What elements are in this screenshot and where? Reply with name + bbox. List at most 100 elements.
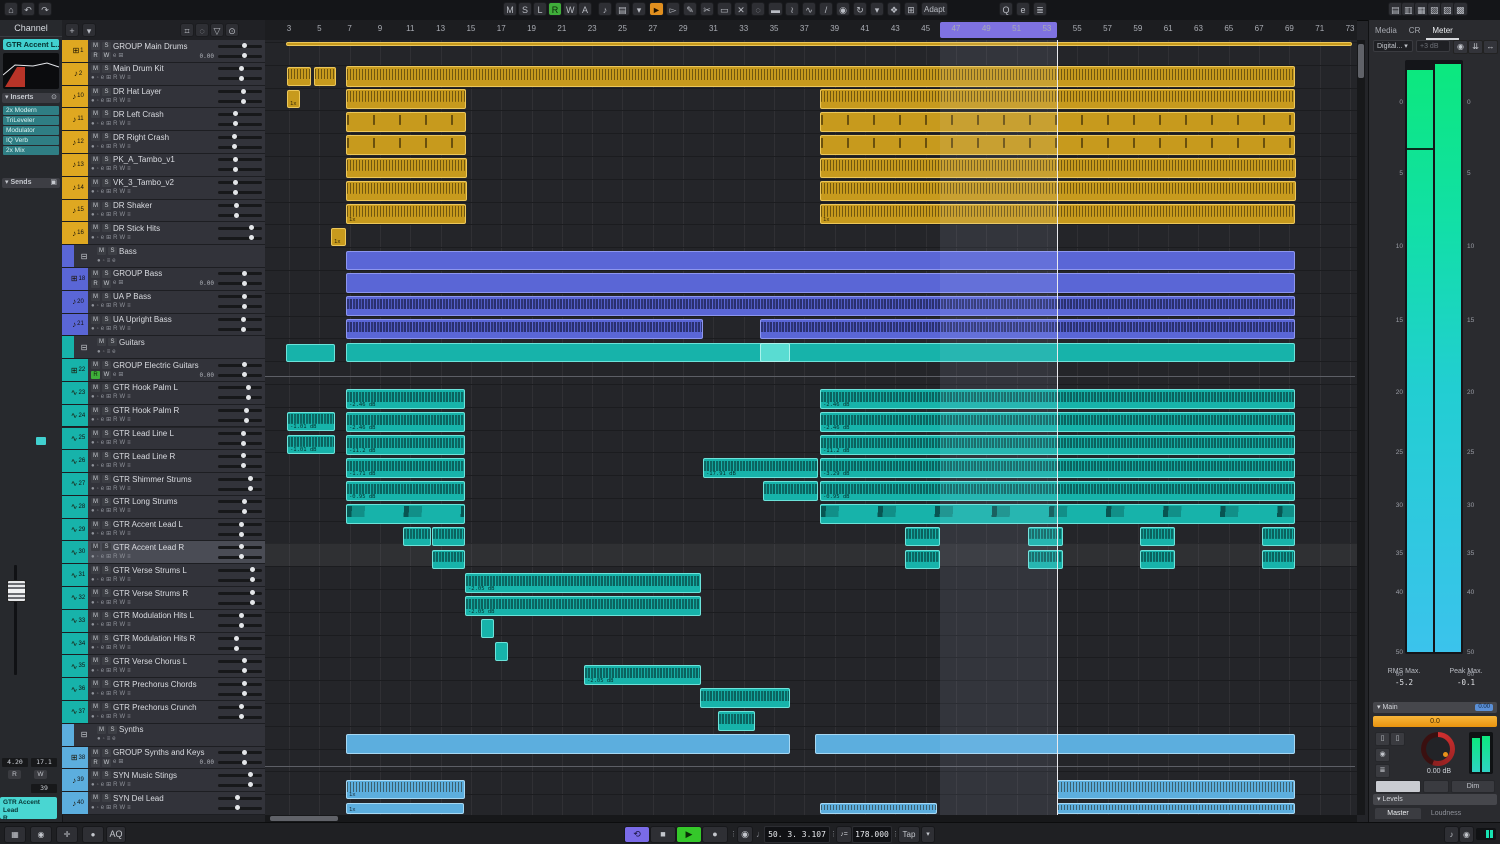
track-control-icon[interactable]: ● bbox=[91, 165, 95, 174]
inst-track-icon[interactable]: ♪14 bbox=[68, 177, 88, 199]
track-control-icon[interactable]: R bbox=[113, 485, 117, 494]
mute-button[interactable]: M bbox=[91, 110, 100, 118]
track-row[interactable]: ∿27MSGTR Shimmer Strums●◦e⊞RW≡ bbox=[62, 473, 265, 496]
track-control-icon[interactable]: ⊞ bbox=[106, 211, 111, 220]
secondary-slider[interactable] bbox=[218, 237, 262, 240]
inserts-state-icon[interactable]: ⊞ bbox=[118, 279, 123, 288]
record-mode-menu[interactable]: ● bbox=[82, 826, 104, 843]
tempo-display[interactable]: 178.000 bbox=[852, 826, 892, 843]
track-control-icon[interactable]: R bbox=[113, 553, 117, 562]
secondary-slider[interactable] bbox=[218, 670, 262, 673]
track-control-icon[interactable]: ≡ bbox=[127, 667, 131, 676]
solo-button[interactable]: S bbox=[102, 657, 111, 665]
control-room-main-header[interactable]: ▾ Main 0.00 bbox=[1373, 702, 1497, 713]
track-row[interactable]: ♪39MSSYN Music Stings●◦e⊞RW≡ bbox=[62, 769, 265, 792]
audio-event[interactable] bbox=[403, 527, 431, 546]
audio-event[interactable] bbox=[346, 66, 1295, 87]
track-control-icon[interactable]: e bbox=[101, 667, 104, 676]
track-control-icon[interactable]: ● bbox=[97, 735, 101, 744]
snap-button[interactable]: ❖ bbox=[887, 2, 901, 16]
track-control-icon[interactable]: ● bbox=[91, 393, 95, 402]
track-control-icon[interactable]: ≡ bbox=[127, 781, 131, 790]
track-control-icon[interactable]: ⊞ bbox=[106, 439, 111, 448]
track-control-icon[interactable]: ⊞ bbox=[106, 507, 111, 516]
track-control-icon[interactable]: R bbox=[113, 462, 117, 471]
mute-button[interactable]: M bbox=[91, 771, 100, 779]
audio-track-icon[interactable]: ∿26 bbox=[68, 450, 88, 472]
track-row[interactable]: ♪2MSMain Drum Kit●◦e⊞RW≡ bbox=[62, 63, 265, 86]
track-name[interactable]: SYN Del Lead bbox=[113, 794, 214, 803]
mute-button[interactable]: M bbox=[91, 566, 100, 574]
solo-button[interactable]: S bbox=[102, 202, 111, 210]
track-control-icon[interactable]: ≡ bbox=[127, 302, 131, 311]
track-name[interactable]: Bass bbox=[119, 247, 262, 256]
write-automation-button[interactable]: W bbox=[34, 770, 47, 779]
secondary-slider[interactable] bbox=[218, 77, 262, 80]
secondary-slider[interactable] bbox=[218, 396, 262, 399]
solo-button[interactable]: S bbox=[102, 65, 111, 73]
auto-quantize-button[interactable]: AQ bbox=[106, 826, 126, 843]
right-zone-tab-media[interactable]: Media bbox=[1369, 23, 1403, 38]
track-row[interactable]: ♪16MSDR Stick Hits●◦e⊞RW≡ bbox=[62, 222, 265, 245]
track-name[interactable]: GROUP Bass bbox=[113, 269, 214, 278]
track-control-icon[interactable]: ◦ bbox=[97, 530, 99, 539]
inst-track-icon[interactable]: ♪16 bbox=[68, 222, 88, 244]
audio-track-icon[interactable]: ∿31 bbox=[68, 564, 88, 586]
solo-button[interactable]: S bbox=[102, 179, 111, 187]
audio-event[interactable] bbox=[763, 481, 818, 501]
track-row[interactable]: ∿23MSGTR Hook Palm L●◦e⊞RW≡ bbox=[62, 382, 265, 405]
track-control-icon[interactable]: e bbox=[101, 325, 104, 334]
mute-button[interactable]: M bbox=[91, 133, 100, 141]
track-control-icon[interactable]: ◦ bbox=[97, 188, 99, 197]
track-row[interactable]: ⊟MSGuitars●◦≡e bbox=[62, 336, 265, 359]
volume-slider[interactable] bbox=[218, 660, 262, 663]
playhead[interactable] bbox=[1057, 40, 1058, 815]
track-control-icon[interactable]: W bbox=[119, 804, 125, 813]
track-control-icon[interactable]: W bbox=[119, 690, 125, 699]
write-button[interactable]: W bbox=[102, 52, 111, 60]
mute-button[interactable]: M bbox=[91, 293, 100, 301]
mute-button[interactable]: M bbox=[91, 316, 100, 324]
volume-slider[interactable] bbox=[218, 227, 262, 230]
horizontal-scrollbar-thumb[interactable] bbox=[270, 816, 338, 821]
color-menu-dropdown[interactable]: ▾ bbox=[870, 2, 884, 16]
track-row[interactable]: ♪15MSDR Shaker●◦e⊞RW≡ bbox=[62, 200, 265, 223]
solo-button[interactable]: S bbox=[102, 384, 111, 392]
track-row[interactable]: ⊞22MSGROUP Electric GuitarsRWe⊞0.00 bbox=[62, 359, 265, 382]
audio-track-icon[interactable]: ∿30 bbox=[68, 541, 88, 563]
solo-button[interactable]: S bbox=[102, 589, 111, 597]
mute-button[interactable]: M bbox=[91, 224, 100, 232]
track-row[interactable]: ∿25MSGTR Lead Line L●◦e⊞RW≡ bbox=[62, 428, 265, 451]
track-name[interactable]: DR Right Crash bbox=[113, 133, 214, 142]
track-control-icon[interactable]: ≡ bbox=[107, 348, 111, 357]
track-control-icon[interactable]: R bbox=[113, 599, 117, 608]
solo-button[interactable]: S bbox=[102, 771, 111, 779]
mute-button[interactable]: M bbox=[97, 247, 106, 255]
read-button[interactable]: R bbox=[91, 52, 100, 60]
track-control-icon[interactable]: ◦ bbox=[97, 576, 99, 585]
dim-button[interactable]: Dim bbox=[1451, 780, 1495, 793]
audio-track-icon[interactable]: ∿27 bbox=[68, 473, 88, 495]
inserts-state-icon[interactable]: ⊞ bbox=[118, 52, 123, 61]
track-control-icon[interactable]: R bbox=[113, 188, 117, 197]
track-control-icon[interactable]: ◦ bbox=[97, 690, 99, 699]
track-control-icon[interactable]: R bbox=[113, 576, 117, 585]
track-control-icon[interactable]: e bbox=[101, 120, 104, 129]
audio-event[interactable] bbox=[700, 688, 790, 708]
track-control-icon[interactable]: ⊞ bbox=[106, 165, 111, 174]
track-name[interactable]: UA P Bass bbox=[113, 292, 214, 301]
secondary-slider[interactable] bbox=[218, 374, 262, 377]
setup-window-layout-button[interactable]: ▩ bbox=[1453, 2, 1468, 16]
track-row[interactable]: ∿36MSGTR Prechorus Chords●◦e⊞RW≡ bbox=[62, 678, 265, 701]
audio-event[interactable] bbox=[1057, 780, 1295, 799]
group-track-icon[interactable]: ⊞22 bbox=[68, 359, 88, 381]
volume-slider[interactable] bbox=[218, 364, 262, 367]
onscreen-keyboard-button[interactable]: ▦ bbox=[4, 826, 26, 843]
secondary-slider[interactable] bbox=[218, 168, 262, 171]
volume-slider[interactable] bbox=[218, 67, 262, 70]
track-control-icon[interactable]: e bbox=[101, 416, 104, 425]
track-control-icon[interactable]: ◦ bbox=[97, 781, 99, 790]
track-control-icon[interactable]: R bbox=[113, 325, 117, 334]
track-control-icon[interactable]: ≡ bbox=[127, 507, 131, 516]
track-control-icon[interactable]: R bbox=[113, 393, 117, 402]
